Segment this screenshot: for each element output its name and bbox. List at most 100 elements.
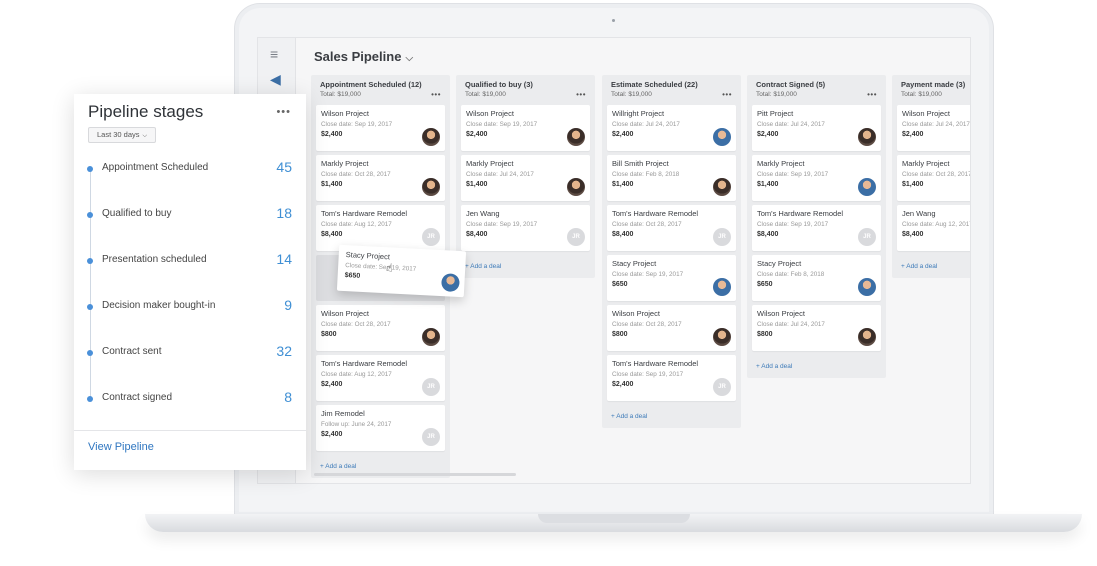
deal-card[interactable]: Wilson Project Close date: Sep 19, 2017 $2…	[461, 105, 590, 151]
pipeline-column: Estimate Scheduled (22) Total: $19,000 •••…	[602, 75, 741, 428]
deal-date: Close date: Aug 12, 2017	[321, 221, 392, 228]
column-name: Appointment Scheduled (12)	[320, 80, 422, 89]
deal-name: Wilson Project	[321, 309, 369, 318]
deal-name: Jim Remodel	[321, 409, 365, 418]
deal-card[interactable]: Tom's Hardware Remodel Close date: Aug 12…	[316, 355, 445, 401]
column-header: Qualified to buy (3) Total: $19,000 •••	[456, 75, 595, 105]
stage-row[interactable]: Qualified to buy 18	[74, 205, 306, 225]
board-title[interactable]: Sales Pipeline ⌵	[314, 49, 413, 64]
add-deal-button[interactable]: + Add a deal	[456, 255, 595, 278]
stage-dot-icon	[87, 166, 93, 172]
column-total: Total: $19,000	[756, 91, 797, 98]
avatar: JR	[567, 228, 585, 246]
deal-card[interactable]: Markly Project Close date: Oct 28, 2017 $1…	[897, 155, 971, 201]
deal-name: Markly Project	[757, 159, 805, 168]
column-more-icon[interactable]: •••	[576, 90, 586, 99]
deal-card[interactable]: Markly Project Close date: Oct 28, 2017 $1…	[316, 155, 445, 201]
deal-name: Jen Wang	[902, 209, 936, 218]
stage-dot-icon	[87, 258, 93, 264]
deal-card[interactable]: Jim Remodel Follow up: June 24, 2017 $2,40…	[316, 405, 445, 451]
deal-card[interactable]: Bill Smith Project Close date: Feb 8, 201…	[607, 155, 736, 201]
dragging-deal-card[interactable]: Stacy Project Close date: Sep 19, 2017 $…	[336, 244, 467, 298]
megaphone-icon[interactable]: ◀	[270, 71, 281, 88]
deal-date: Close date: Aug 12, 2017	[902, 221, 971, 228]
avatar	[713, 178, 731, 196]
deal-name: Tom's Hardware Remodel	[612, 359, 699, 368]
deal-card[interactable]: Stacy Project Close date: Feb 8, 2018 $650	[752, 255, 881, 301]
deal-date: Close date: Oct 28, 2017	[612, 321, 682, 328]
column-name: Qualified to buy (3)	[465, 80, 533, 89]
avatar	[713, 128, 731, 146]
avatar: JR	[422, 228, 440, 246]
deal-name: Wilson Project	[466, 109, 514, 118]
deal-card[interactable]: Willright Project Close date: Jul 24, 201…	[607, 105, 736, 151]
deal-date: Close date: Sep 19, 2017	[466, 121, 538, 128]
deal-date: Close date: Jul 24, 2017	[902, 121, 970, 128]
chevron-down-icon: ⌵	[142, 133, 148, 139]
view-pipeline-link[interactable]: View Pipeline	[88, 441, 154, 453]
horizontal-scrollbar[interactable]	[314, 473, 516, 476]
deal-card[interactable]: Markly Project Close date: Sep 19, 2017 $1…	[752, 155, 881, 201]
column-more-icon[interactable]: •••	[431, 90, 441, 99]
deal-date: Close date: Sep 19, 2017	[757, 221, 829, 228]
deal-date: Close date: Oct 28, 2017	[902, 171, 971, 178]
avatar	[713, 328, 731, 346]
deal-card[interactable]: Wilson Project Close date: Oct 28, 2017 $8…	[316, 305, 445, 351]
laptop-camera	[612, 19, 615, 22]
stage-row[interactable]: Decision maker bought-in 9	[74, 297, 306, 317]
add-deal-button[interactable]: + Add a deal	[892, 255, 970, 278]
pipeline-column: Payment made (3) Total: $19,000 Wilson Pro…	[892, 75, 971, 278]
deal-name: Wilson Project	[902, 109, 950, 118]
deal-card[interactable]: Wilson Project Close date: Jul 24, 2017 $8…	[752, 305, 881, 351]
avatar	[713, 278, 731, 296]
deal-card[interactable]: Stacy Project Close date: Sep 19, 2017 $65…	[607, 255, 736, 301]
deal-date: Close date: Jul 24, 2017	[757, 121, 825, 128]
deal-date: Close date: Jul 24, 2017	[757, 321, 825, 328]
deal-card[interactable]: Wilson Project Close date: Sep 19, 2017 $2…	[316, 105, 445, 151]
deal-card[interactable]: Tom's Hardware Remodel Close date: Sep 19…	[607, 355, 736, 401]
column-name: Payment made (3)	[901, 80, 966, 89]
column-total: Total: $19,000	[611, 91, 652, 98]
stage-row[interactable]: Appointment Scheduled 45	[74, 159, 306, 179]
add-deal-button[interactable]: + Add a deal	[747, 355, 886, 378]
deal-name: Markly Project	[466, 159, 514, 168]
stage-row[interactable]: Contract signed 8	[74, 389, 306, 409]
pipeline-column: Qualified to buy (3) Total: $19,000 ••• Wil…	[456, 75, 595, 278]
stage-name: Contract signed	[102, 392, 173, 403]
deal-card[interactable]: Pitt Project Close date: Jul 24, 2017 $2,4…	[752, 105, 881, 151]
deal-amount: $8,400	[902, 231, 924, 238]
deal-card[interactable]: Jen Wang Close date: Sep 19, 2017 $8,400 JR	[461, 205, 590, 251]
more-options-icon[interactable]: •••	[276, 106, 291, 118]
deal-card[interactable]: Markly Project Close date: Jul 24, 2017 $1…	[461, 155, 590, 201]
date-filter-dropdown[interactable]: Last 30 days ⌵	[88, 127, 157, 143]
deal-card[interactable]: Tom's Hardware Remodel Close date: Aug 12…	[316, 205, 445, 251]
deal-name: Tom's Hardware Remodel	[321, 359, 408, 368]
column-header: Estimate Scheduled (22) Total: $19,000 •••	[602, 75, 741, 105]
add-deal-button[interactable]: + Add a deal	[602, 405, 741, 428]
column-more-icon[interactable]: •••	[867, 90, 877, 99]
deal-name: Wilson Project	[757, 309, 805, 318]
deal-card[interactable]: Tom's Hardware Remodel Close date: Oct 28…	[607, 205, 736, 251]
deal-date: Close date: Sep 19, 2017	[757, 171, 829, 178]
deal-date: Close date: Jul 24, 2017	[612, 121, 680, 128]
stage-row[interactable]: Contract sent 32	[74, 343, 306, 363]
hamburger-menu-icon[interactable]: ≡	[270, 46, 278, 62]
deal-name: Tom's Hardware Remodel	[757, 209, 844, 218]
deal-card[interactable]: Tom's Hardware Remodel Close date: Sep 19…	[752, 205, 881, 251]
avatar: JR	[858, 228, 876, 246]
deal-card[interactable]: Jen Wang Close date: Aug 12, 2017 $8,400	[897, 205, 971, 251]
stage-row[interactable]: Presentation scheduled 14	[74, 251, 306, 271]
deal-date: Close date: Aug 12, 2017	[321, 371, 392, 378]
deal-name: Wilson Project	[321, 109, 369, 118]
stage-name: Qualified to buy	[102, 208, 172, 219]
deal-name: Markly Project	[321, 159, 369, 168]
deal-card[interactable]: Wilson Project Close date: Jul 24, 2017 $2…	[897, 105, 970, 151]
stage-count: 14	[276, 251, 292, 267]
avatar: JR	[422, 428, 440, 446]
deal-date: Close date: Oct 28, 2017	[321, 171, 391, 178]
stage-dot-icon	[87, 212, 93, 218]
deal-date: Close date: Feb 8, 2018	[612, 171, 680, 178]
divider	[74, 430, 306, 431]
column-more-icon[interactable]: •••	[722, 90, 732, 99]
deal-card[interactable]: Wilson Project Close date: Oct 28, 2017 $8…	[607, 305, 736, 351]
